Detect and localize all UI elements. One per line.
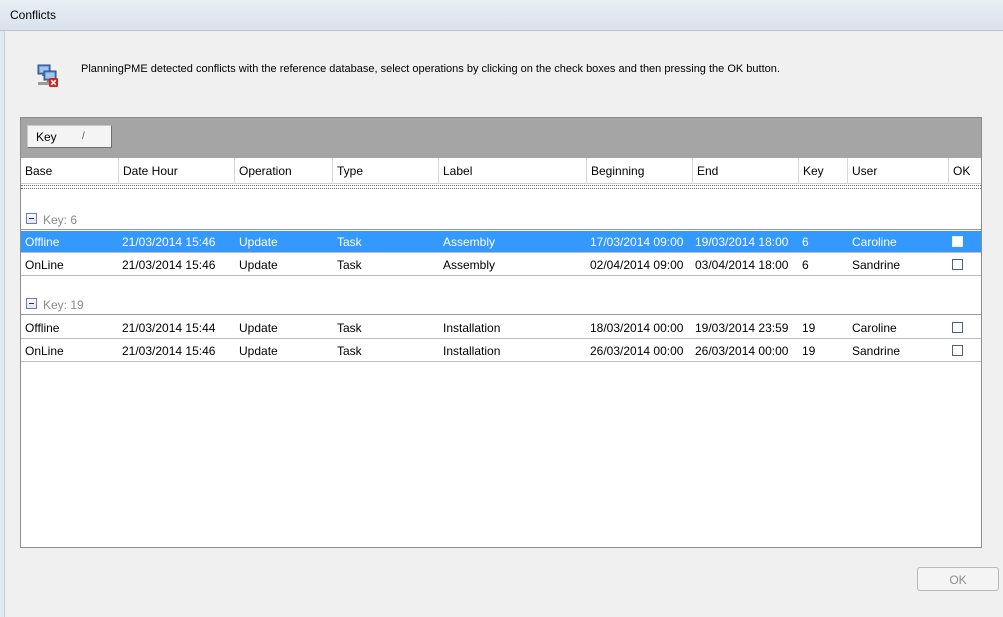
cell-date-hour: 21/03/2014 15:44 [122, 321, 216, 335]
ok-checkbox[interactable] [952, 236, 963, 247]
cell-date-hour: 21/03/2014 15:46 [122, 235, 216, 249]
cell-label: Assembly [443, 235, 496, 249]
table-row[interactable]: OnLine 21/03/2014 15:46 Update Task Asse… [21, 254, 981, 276]
cell-end: 19/03/2014 18:00 [695, 235, 789, 249]
cell-operation: Update [239, 344, 278, 358]
collapse-icon[interactable] [26, 298, 37, 309]
sort-indicator-icon: / [82, 131, 85, 142]
cell-end: 26/03/2014 00:00 [695, 344, 789, 358]
cell-operation: Update [239, 258, 278, 272]
column-header-key[interactable]: Key [799, 158, 848, 184]
conflicts-grid: Key / Base Date Hour Operation Type Labe… [20, 117, 982, 548]
table-row[interactable]: Offline 21/03/2014 15:46 Update Task Ass… [21, 231, 981, 253]
cell-beginning: 26/03/2014 00:00 [590, 344, 684, 358]
cell-user: Sandrine [852, 258, 901, 272]
group-row-key-19[interactable]: Key: 19 [21, 293, 981, 315]
cell-base: OnLine [25, 258, 64, 272]
column-header-type[interactable]: Type [333, 158, 439, 184]
computer-conflict-icon [37, 64, 58, 87]
ok-checkbox[interactable] [952, 345, 963, 356]
cell-user: Sandrine [852, 344, 901, 358]
column-header-operation[interactable]: Operation [235, 158, 333, 184]
cell-beginning: 02/04/2014 09:00 [590, 258, 684, 272]
ok-checkbox[interactable] [952, 259, 963, 270]
ok-checkbox[interactable] [952, 322, 963, 333]
column-header-user[interactable]: User [848, 158, 949, 184]
cell-label: Assembly [443, 258, 496, 272]
title-bar: Conflicts [0, 0, 1003, 31]
cell-date-hour: 21/03/2014 15:46 [122, 258, 216, 272]
cell-operation: Update [239, 235, 278, 249]
column-header-end[interactable]: End [693, 158, 799, 184]
column-header-row: Base Date Hour Operation Type Label Begi… [21, 158, 981, 184]
cell-base: OnLine [25, 344, 64, 358]
cell-key: 6 [802, 235, 809, 249]
cell-end: 03/04/2014 18:00 [695, 258, 789, 272]
group-by-key-button[interactable]: Key / [27, 125, 112, 148]
cell-end: 19/03/2014 23:59 [695, 321, 789, 335]
cell-type: Task [337, 258, 362, 272]
collapse-icon[interactable] [26, 213, 37, 224]
group-row-key-6[interactable]: Key: 6 [21, 208, 981, 230]
cell-key: 6 [802, 258, 809, 272]
group-label: Key: 19 [43, 298, 84, 312]
group-by-key-label: Key [36, 130, 57, 144]
group-by-bar: Key / [21, 118, 981, 158]
column-header-date-hour[interactable]: Date Hour [119, 158, 235, 184]
cell-operation: Update [239, 321, 278, 335]
cell-key: 19 [802, 321, 816, 335]
window-title: Conflicts [10, 8, 57, 22]
table-row[interactable]: OnLine 21/03/2014 15:46 Update Task Inst… [21, 340, 981, 362]
cell-beginning: 18/03/2014 00:00 [590, 321, 684, 335]
cell-type: Task [337, 321, 362, 335]
cell-user: Caroline [852, 321, 897, 335]
window-left-edge [0, 31, 5, 617]
column-header-beginning[interactable]: Beginning [587, 158, 693, 184]
cell-label: Installation [443, 344, 501, 358]
cell-beginning: 17/03/2014 09:00 [590, 235, 684, 249]
cell-user: Caroline [852, 235, 897, 249]
group-separator [21, 229, 981, 230]
cell-base: Offline [25, 235, 60, 249]
header-divider [21, 185, 981, 189]
conflict-message: PlanningPME detected conflicts with the … [81, 63, 780, 75]
table-row[interactable]: Offline 21/03/2014 15:44 Update Task Ins… [21, 317, 981, 339]
cell-base: Offline [25, 321, 60, 335]
cell-date-hour: 21/03/2014 15:46 [122, 344, 216, 358]
group-label: Key: 6 [43, 213, 78, 227]
group-separator [21, 314, 981, 315]
cell-key: 19 [802, 344, 816, 358]
cell-label: Installation [443, 321, 501, 335]
cell-type: Task [337, 344, 362, 358]
column-header-ok[interactable]: OK [949, 158, 981, 184]
cell-type: Task [337, 235, 362, 249]
ok-button[interactable]: OK [917, 567, 999, 591]
column-header-label[interactable]: Label [439, 158, 587, 184]
column-header-base[interactable]: Base [21, 158, 119, 184]
